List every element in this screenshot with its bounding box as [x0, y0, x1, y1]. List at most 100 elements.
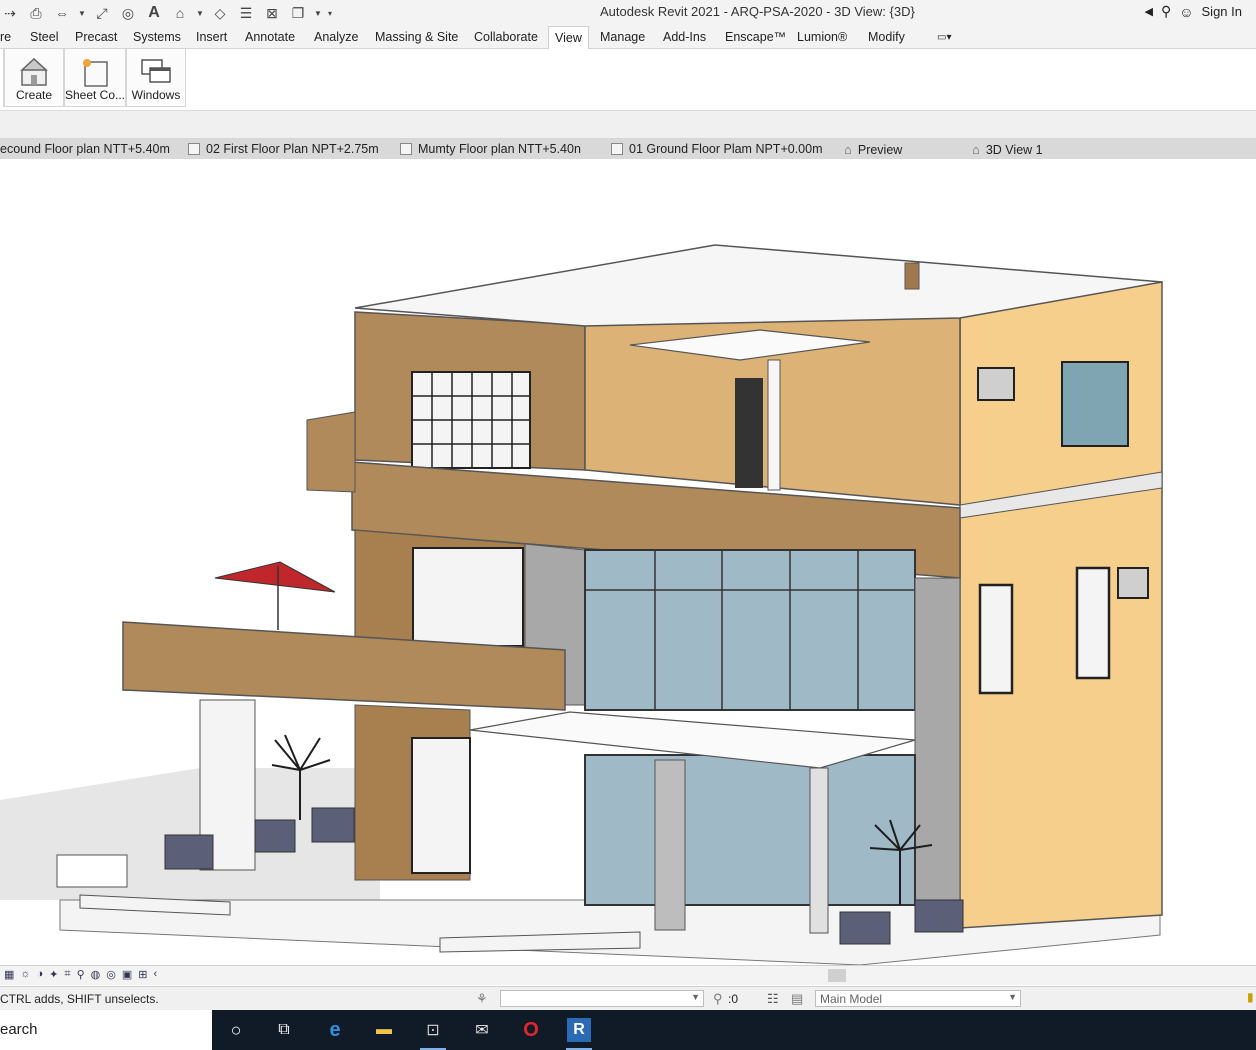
sheet-label: Sheet Co... [64, 88, 126, 102]
print-icon[interactable]: ⎙ [26, 3, 46, 23]
pergola-column-1 [654, 759, 686, 931]
design-option-dropdown[interactable]: Main Model ▼ [815, 990, 1021, 1007]
tag-icon[interactable]: ◎ [118, 3, 138, 23]
lock-3d-icon[interactable]: ⚲ [77, 968, 85, 981]
create-label: Create [15, 88, 53, 102]
windows-taskbar: earch ○ ⧉ e ▬ ⊡ ✉ O R [0, 1010, 1256, 1050]
umbrella [214, 561, 336, 593]
tab-precast[interactable]: Precast [75, 30, 117, 44]
planter-box [56, 854, 128, 888]
design-options-icon[interactable]: ▤ [791, 991, 803, 1007]
roof-chimney [904, 262, 920, 290]
workset-icon[interactable]: ⚘ [476, 991, 488, 1007]
house-3d-model [0, 244, 1163, 965]
sun-path-icon[interactable]: ☼ [20, 968, 30, 981]
section-icon[interactable]: ◇ [210, 3, 230, 23]
render-icon[interactable]: ✦ [49, 968, 58, 981]
visual-style-icon[interactable]: ▦ [4, 968, 14, 981]
create-button[interactable]: Create [4, 49, 64, 107]
shadows-icon[interactable]: ◑ [37, 968, 44, 981]
opera-icon[interactable]: O [519, 1018, 543, 1042]
ribbon-panel: Create Sheet Co... Windows [0, 49, 1256, 111]
switch-windows-icon[interactable]: ❐ [288, 3, 308, 23]
edge-icon[interactable]: e [323, 1018, 347, 1042]
taskbar-search-box[interactable]: earch [0, 1010, 212, 1050]
3d-view-canvas[interactable] [0, 159, 1256, 965]
ribbon-display-options-icon[interactable]: ▭▾ [937, 32, 951, 43]
top-door [735, 378, 763, 488]
tab-systems[interactable]: Systems [133, 30, 181, 44]
chevron-down-icon: ▼ [1008, 992, 1017, 1002]
tab-collaborate[interactable]: Collaborate [474, 30, 538, 44]
chevron-left-icon[interactable]: ‹ [153, 968, 157, 981]
chevron-down-icon[interactable]: ▼ [78, 9, 86, 18]
task-view-icon[interactable]: ⧉ [272, 1018, 296, 1042]
floor-plan-icon [611, 143, 623, 155]
chevron-left-icon[interactable]: ◀ [1144, 5, 1152, 18]
filter-icon[interactable]: ⚲ [713, 991, 723, 1007]
ground-french-window [411, 737, 471, 874]
view-tab-preview[interactable]: ⌂ Preview [844, 142, 902, 157]
tab-modify[interactable]: Modify [868, 30, 905, 44]
planter-box [839, 911, 891, 945]
revit-icon[interactable]: R [567, 1018, 591, 1042]
file-explorer-icon[interactable]: ▬ [372, 1018, 396, 1042]
pergola-post [767, 359, 781, 491]
aligned-dimension-icon[interactable]: ⤢ [92, 3, 112, 23]
thin-lines-icon[interactable]: ☰ [236, 3, 256, 23]
planter-box [164, 834, 214, 870]
search-text: earch [0, 1021, 38, 1038]
windows-label: Windows [131, 88, 181, 102]
store-icon[interactable]: ⊡ [421, 1018, 445, 1042]
chevron-down-icon[interactable]: ▼ [314, 9, 322, 18]
close-hidden-icon[interactable]: ⊠ [262, 3, 282, 23]
view-tab-3d-view-1[interactable]: ⌂ 3D View 1 [972, 142, 1043, 157]
tab-enscape[interactable]: Enscape™ [725, 30, 786, 44]
user-icon[interactable]: ☺ [1179, 4, 1193, 20]
view-tab-ground-floor[interactable]: 01 Ground Floor Plam NPT+0.00m [611, 142, 823, 156]
tab-view[interactable]: View [548, 26, 589, 50]
tab-add-ins[interactable]: Add-Ins [663, 30, 706, 44]
cortana-icon[interactable]: ○ [224, 1018, 248, 1042]
text-icon[interactable]: A [144, 3, 164, 23]
sheet-composition-button[interactable]: Sheet Co... [64, 49, 126, 107]
view-tab-first-floor[interactable]: 02 First Floor Plan NPT+2.75m [188, 142, 379, 156]
worksharing-icon[interactable]: ▣ [122, 968, 132, 981]
tab-manage[interactable]: Manage [600, 30, 645, 44]
analysis-display-icon[interactable]: ⊞ [138, 968, 147, 981]
customize-toolbar-icon[interactable]: ▾ [328, 9, 336, 18]
redo-icon[interactable]: ⇢ [0, 3, 20, 23]
view-control-bar: ▦ ☼ ◑ ✦ ⌗ ⚲ ◍ ◎ ▣ ⊞ ‹ [0, 965, 1256, 985]
tab-steel[interactable]: Steel [30, 30, 59, 44]
binoculars-icon[interactable]: ⚲ [1161, 3, 1171, 20]
tab-architecture[interactable]: re [0, 30, 11, 44]
3d-box-icon: ⌂ [972, 142, 980, 157]
ribbon-panel-footer [0, 111, 1256, 139]
view-tab-mumty[interactable]: Mumty Floor plan NTT+5.40n [400, 142, 581, 156]
reveal-hidden-icon[interactable]: ◎ [106, 968, 116, 981]
planter-box [914, 899, 964, 933]
measure-icon[interactable]: ⇔ [52, 3, 72, 23]
title-bar: ⇢ ⎙ ⇔ ▼ ⤢ ◎ A ⌂ ▼ ◇ ☰ ⊠ ❐ ▼ ▾ Autodesk R… [0, 0, 1256, 26]
chevron-down-icon[interactable]: ▼ [196, 9, 204, 18]
crop-view-icon[interactable]: ⌗ [64, 968, 70, 981]
main-model-value: Main Model [820, 992, 883, 1006]
tab-massing-site[interactable]: Massing & Site [375, 30, 458, 44]
sign-in-link[interactable]: Sign In [1202, 4, 1242, 19]
mail-icon[interactable]: ✉ [470, 1018, 494, 1042]
tab-analyze[interactable]: Analyze [314, 30, 358, 44]
editable-only-icon[interactable]: ☷ [767, 991, 779, 1007]
workset-dropdown[interactable]: ▼ [500, 990, 704, 1007]
tab-annotate[interactable]: Annotate [245, 30, 295, 44]
3d-view-icon[interactable]: ⌂ [170, 3, 190, 23]
ground-glass-wall [584, 754, 916, 906]
tab-insert[interactable]: Insert [196, 30, 227, 44]
pergola-column-2 [809, 767, 829, 934]
windows-button[interactable]: Windows [126, 49, 186, 107]
horizontal-scrollbar-thumb[interactable] [828, 969, 846, 982]
background-process-icon[interactable]: ▮ [1247, 990, 1254, 1004]
view-tab-second-floor[interactable]: ecound Floor plan NTT+5.40m [0, 142, 170, 156]
temporary-hide-icon[interactable]: ◍ [91, 968, 101, 981]
house-icon [20, 57, 48, 86]
tab-lumion[interactable]: Lumion® [797, 30, 847, 44]
